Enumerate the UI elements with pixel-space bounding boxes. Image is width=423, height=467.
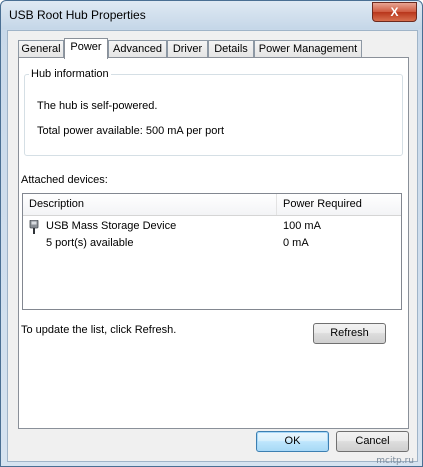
close-button[interactable]: X bbox=[372, 2, 417, 22]
column-header-power-required[interactable]: Power Required bbox=[277, 194, 401, 215]
power-tab-panel: Hub information The hub is self-powered.… bbox=[18, 57, 409, 429]
cancel-button[interactable]: Cancel bbox=[336, 431, 409, 452]
hub-information-group bbox=[24, 74, 403, 156]
list-header: Description Power Required bbox=[23, 194, 401, 216]
title-bar[interactable]: USB Root Hub Properties X bbox=[1, 1, 422, 29]
usb-plug-icon bbox=[29, 220, 39, 234]
column-header-description[interactable]: Description bbox=[23, 194, 277, 215]
refresh-hint-text: To update the list, click Refresh. bbox=[21, 324, 177, 336]
list-item[interactable]: USB Mass Storage Device 100 mA bbox=[23, 218, 401, 235]
ok-button[interactable]: OK bbox=[256, 431, 329, 452]
tab-power[interactable]: Power bbox=[64, 38, 108, 59]
device-power: 100 mA bbox=[283, 220, 321, 232]
refresh-button[interactable]: Refresh bbox=[313, 323, 386, 344]
tab-driver[interactable]: Driver bbox=[167, 40, 208, 58]
attached-devices-list[interactable]: Description Power Required USB Mass Stor… bbox=[22, 193, 402, 310]
total-power-text: Total power available: 500 mA per port bbox=[37, 125, 225, 137]
dialog-client-area: General Power Advanced Driver Details Po… bbox=[7, 30, 418, 462]
self-powered-text: The hub is self-powered. bbox=[37, 100, 158, 112]
list-item[interactable]: 5 port(s) available 0 mA bbox=[23, 235, 401, 252]
window-title: USB Root Hub Properties bbox=[9, 8, 146, 22]
ports-available-description: 5 port(s) available bbox=[46, 237, 134, 249]
hub-information-legend: Hub information bbox=[29, 68, 111, 80]
tab-general[interactable]: General bbox=[18, 40, 64, 58]
tab-power-management[interactable]: Power Management bbox=[254, 40, 362, 58]
watermark-text: mcitp.ru bbox=[376, 456, 414, 466]
device-description: USB Mass Storage Device bbox=[46, 220, 177, 232]
attached-devices-label: Attached devices: bbox=[21, 174, 108, 186]
tab-details[interactable]: Details bbox=[208, 40, 254, 58]
properties-window: USB Root Hub Properties X General Power … bbox=[0, 0, 423, 467]
ports-available-power: 0 mA bbox=[283, 237, 309, 249]
tab-advanced[interactable]: Advanced bbox=[108, 40, 167, 58]
